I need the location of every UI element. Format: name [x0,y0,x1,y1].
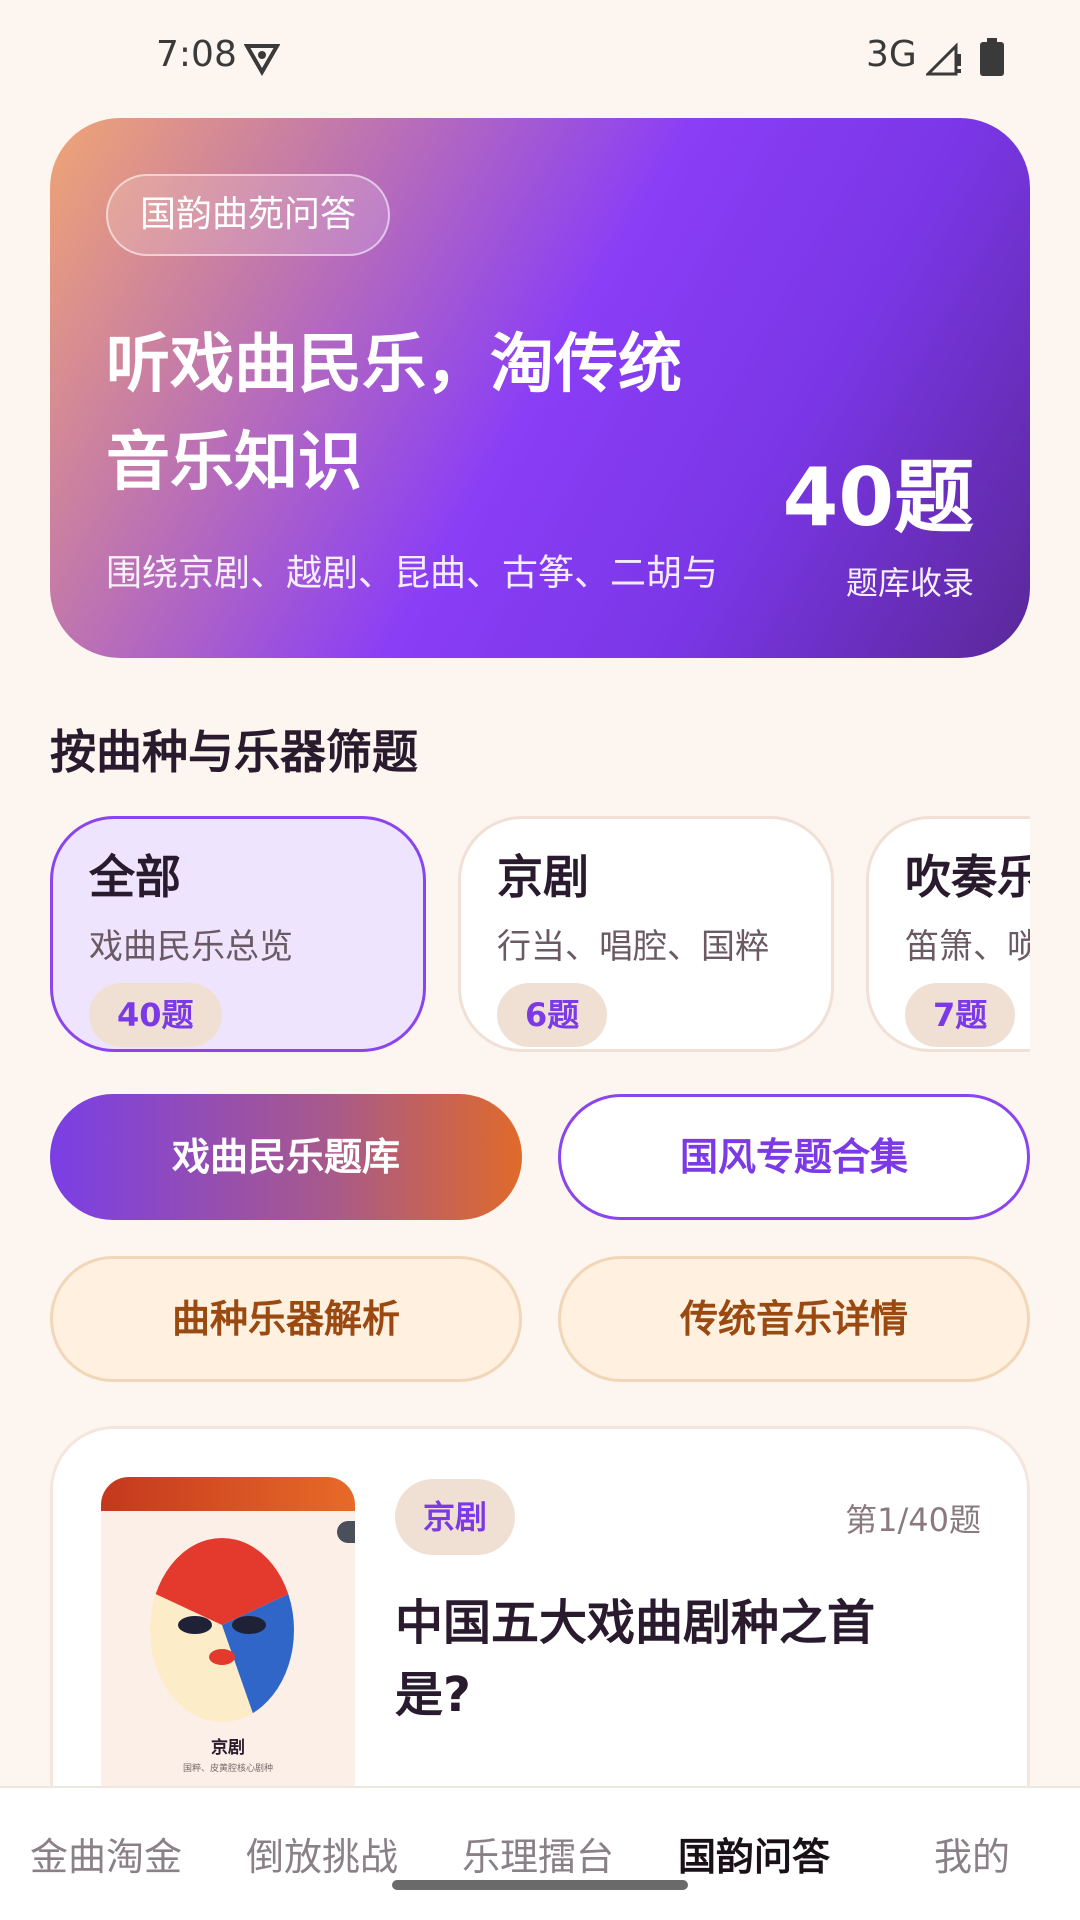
filter-section-title: 按曲种与乐器筛题 [50,725,418,779]
filter-card-count: 6题 [497,983,608,1047]
vpn-key-icon [244,44,280,76]
music-details-button[interactable]: 传统音乐详情 [558,1256,1030,1382]
filter-card-row[interactable]: 全部 戏曲民乐总览 40题 京剧 行当、唱腔、国粹 6题 吹奏乐 笛箫、唢呐 7… [50,812,1030,1056]
status-bar: 7:08 3G [0,0,1080,116]
question-thumbnail: 京剧 国粹、皮黄腔核心剧种 [101,1477,355,1797]
signal-icon [926,42,961,76]
filter-card-name: 全部 [89,850,181,904]
filter-card-name: 吹奏乐 [905,850,1030,904]
hero-count-label: 题库收录 [845,564,974,602]
filter-card-all[interactable]: 全部 戏曲民乐总览 40题 [50,816,426,1052]
filter-card-count: 40题 [89,983,222,1047]
filter-card-wind-instruments[interactable]: 吹奏乐 笛箫、唢呐 7题 [866,816,1030,1052]
nav-item-national-quiz[interactable]: 国韵问答 [678,1826,830,1881]
thumbnail-caption: 国粹、皮黄腔核心剧种 [182,1764,273,1774]
bottom-nav: 金曲淘金 倒放挑战 乐理擂台 国韵问答 我的 [0,1786,1080,1920]
thumbnail-dot [337,1521,355,1543]
thumbnail-title: 京剧 [211,1738,245,1758]
filter-card-desc: 行当、唱腔、国粹 [497,927,769,967]
question-bank-button[interactable]: 戏曲民乐题库 [50,1094,522,1220]
genre-analysis-button[interactable]: 曲种乐器解析 [50,1256,522,1382]
home-indicator[interactable] [392,1880,688,1890]
opera-mask-icon [150,1538,294,1722]
status-time: 7:08 [156,34,237,75]
nav-item-reverse-challenge[interactable]: 倒放挑战 [246,1826,398,1881]
nav-item-mine[interactable]: 我的 [934,1826,1010,1881]
question-progress: 第1/40题 [845,1501,981,1539]
hero-tag: 国韵曲苑问答 [106,174,391,256]
thumbnail-top-bar [101,1477,355,1511]
filter-card-name: 京剧 [497,850,589,904]
filter-card-desc: 笛箫、唢呐 [905,927,1030,967]
question-title: 中国五大戏曲剧种之首是? [395,1595,876,1723]
nav-item-music-theory[interactable]: 乐理擂台 [462,1826,614,1881]
hero-title: 听戏曲民乐，淘传统音乐知识 [106,328,682,500]
question-category-tag: 京剧 [395,1479,516,1555]
nav-item-gold-songs[interactable]: 金曲淘金 [30,1826,182,1881]
hero-subtitle: 围绕京剧、越剧、昆曲、古筝、二胡与 [106,553,719,594]
battery-icon [980,38,1004,76]
filter-card-peking-opera[interactable]: 京剧 行当、唱腔、国粹 6题 [458,816,834,1052]
network-type: 3G [866,34,917,75]
filter-card-desc: 戏曲民乐总览 [89,927,293,967]
hero-question-count: 40题 [782,451,974,544]
hero-banner: 国韵曲苑问答 听戏曲民乐，淘传统音乐知识 围绕京剧、越剧、昆曲、古筝、二胡与 4… [50,118,1030,658]
topic-collection-button[interactable]: 国风专题合集 [558,1094,1030,1220]
filter-card-count: 7题 [905,983,1016,1047]
